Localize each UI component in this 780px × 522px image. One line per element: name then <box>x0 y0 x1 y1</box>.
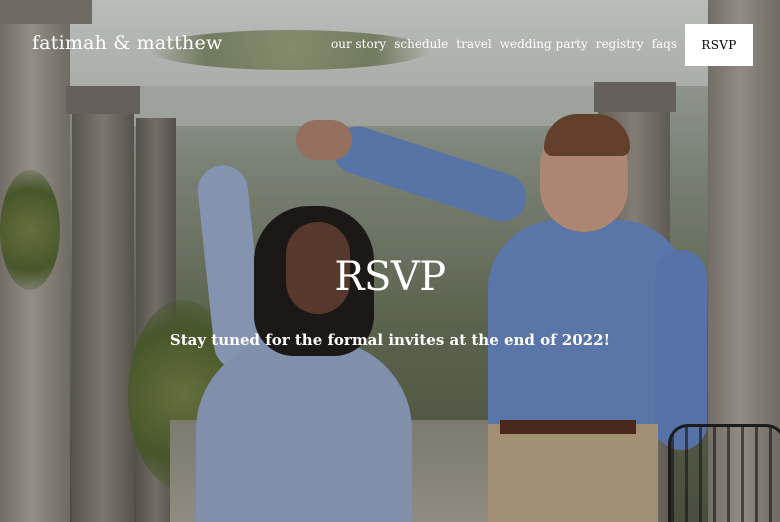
nav-faqs[interactable]: faqs <box>652 37 677 51</box>
nav-wedding-party[interactable]: wedding party <box>500 37 588 51</box>
nav-our-story[interactable]: our story <box>331 37 386 51</box>
nav-travel[interactable]: travel <box>456 37 491 51</box>
hero-subtext: Stay tuned for the formal invites at the… <box>169 331 611 349</box>
hero-section: fatimah & matthew our story schedule tra… <box>0 0 780 522</box>
nav-registry[interactable]: registry <box>596 37 644 51</box>
site-title[interactable]: fatimah & matthew <box>32 32 222 54</box>
page-heading: RSVP <box>334 254 446 300</box>
nav-schedule[interactable]: schedule <box>394 37 448 51</box>
main-nav: our story schedule travel wedding party … <box>331 37 677 51</box>
rsvp-button[interactable]: RSVP <box>685 24 753 66</box>
